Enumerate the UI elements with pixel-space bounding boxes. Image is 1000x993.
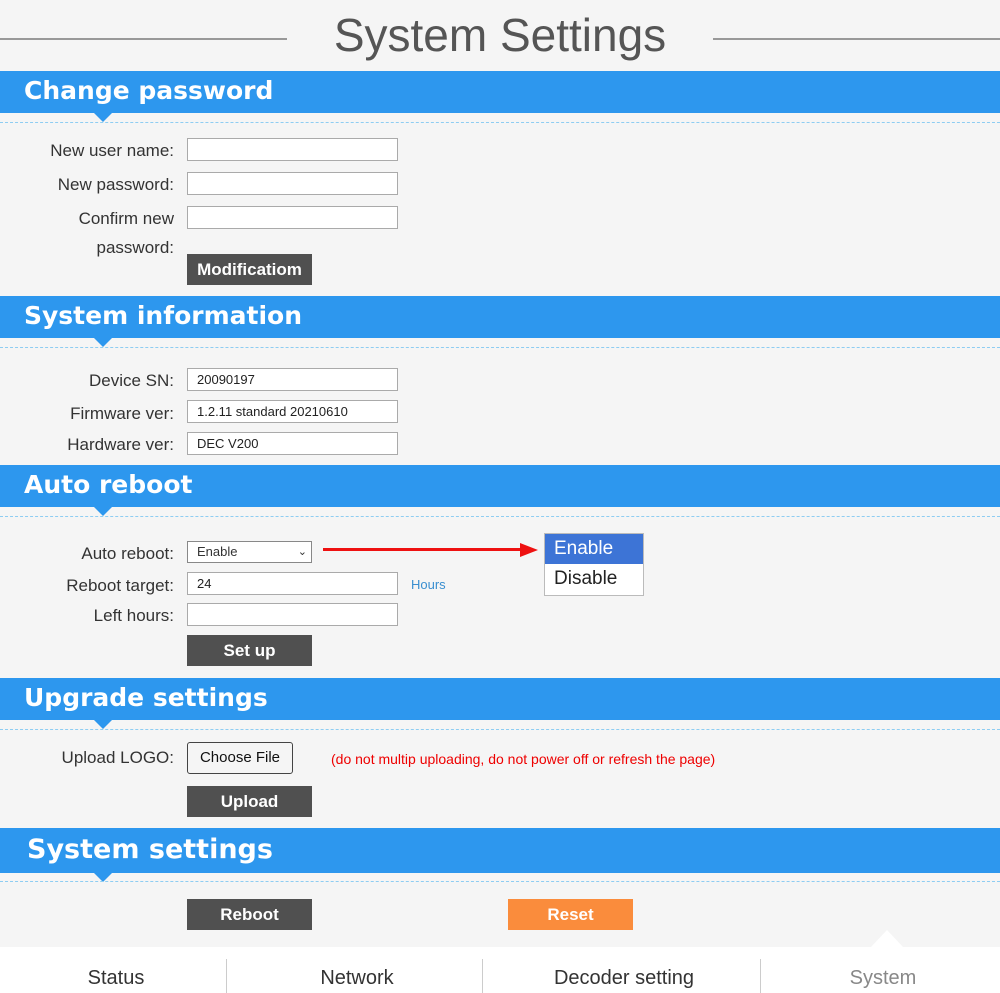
- auto-reboot-label: Auto reboot:: [81, 544, 174, 563]
- upload-logo-label: Upload LOGO:: [61, 748, 174, 767]
- password-label: New password:: [57, 175, 174, 194]
- confirm-label-line2: password:: [96, 238, 174, 257]
- upload-button[interactable]: Upload: [187, 786, 312, 817]
- confirm-label-line1: Confirm new: [78, 209, 174, 228]
- tab-network[interactable]: Network: [232, 947, 482, 993]
- upload-warning: (do not multip uploading, do not power o…: [331, 751, 716, 767]
- firmware-field: 1.2.11 standard 20210610: [187, 400, 398, 423]
- auto-reboot-select[interactable]: Enable ⌄: [187, 541, 312, 563]
- device-sn-field: 20090197: [187, 368, 398, 391]
- hardware-field: DEC V200: [187, 432, 398, 455]
- option-enable[interactable]: Enable: [545, 534, 643, 564]
- section-header-auto-reboot: Auto reboot: [0, 465, 1000, 516]
- username-input[interactable]: [187, 138, 398, 161]
- select-value: Enable: [197, 544, 238, 559]
- divider: [0, 729, 1000, 730]
- device-sn-label: Device SN:: [88, 371, 174, 390]
- divider: [0, 347, 1000, 348]
- reboot-target-input[interactable]: 24: [187, 572, 398, 595]
- bottom-nav: Status Network Decoder setting System: [0, 947, 1000, 993]
- section-header-system-information: System information: [0, 296, 1000, 347]
- divider: [0, 881, 1000, 882]
- reboot-target-label: Reboot target:: [66, 576, 174, 595]
- section-header-change-password: Change password: [0, 71, 1000, 122]
- left-hours-label: Left hours:: [93, 606, 174, 625]
- username-label: New user name:: [50, 141, 174, 160]
- hardware-label: Hardware ver:: [67, 435, 174, 454]
- left-hours-input[interactable]: [187, 603, 398, 626]
- section-title: Change password: [24, 76, 274, 105]
- modification-button[interactable]: Modificatiom: [187, 254, 312, 285]
- annotation-arrowhead: [520, 543, 538, 557]
- option-disable[interactable]: Disable: [545, 564, 643, 594]
- section-title: Upgrade settings: [24, 683, 268, 712]
- title-divider-right: [713, 38, 1000, 40]
- header-notch: [93, 337, 113, 347]
- divider: [0, 516, 1000, 517]
- setup-button[interactable]: Set up: [187, 635, 312, 666]
- choose-file-button[interactable]: Choose File: [187, 742, 293, 774]
- divider: [0, 122, 1000, 123]
- reboot-button[interactable]: Reboot: [187, 899, 312, 930]
- active-tab-indicator: [871, 930, 903, 947]
- auto-reboot-dropdown: Enable Disable: [544, 533, 644, 596]
- header-notch: [93, 112, 113, 122]
- section-title: Auto reboot: [24, 470, 193, 499]
- header-notch: [93, 719, 113, 729]
- header-notch: [93, 506, 113, 516]
- reset-button[interactable]: Reset: [508, 899, 633, 930]
- password-input[interactable]: [187, 172, 398, 195]
- tab-system[interactable]: System: [766, 947, 1000, 993]
- page-title: System Settings: [333, 9, 667, 61]
- firmware-label: Firmware ver:: [70, 404, 174, 423]
- section-title: System settings: [27, 834, 273, 865]
- confirm-password-input[interactable]: [187, 206, 398, 229]
- nav-separator: [760, 959, 761, 993]
- nav-separator: [226, 959, 227, 993]
- tab-status[interactable]: Status: [0, 947, 232, 993]
- annotation-arrow: [323, 548, 523, 551]
- tab-decoder-setting[interactable]: Decoder setting: [482, 947, 766, 993]
- hours-unit: Hours: [411, 577, 446, 592]
- chevron-down-icon: ⌄: [297, 546, 307, 558]
- section-title: System information: [24, 301, 303, 330]
- title-bar: System Settings: [0, 0, 1000, 72]
- section-header-upgrade-settings: Upgrade settings: [0, 678, 1000, 729]
- section-header-system-settings: System settings: [0, 828, 1000, 882]
